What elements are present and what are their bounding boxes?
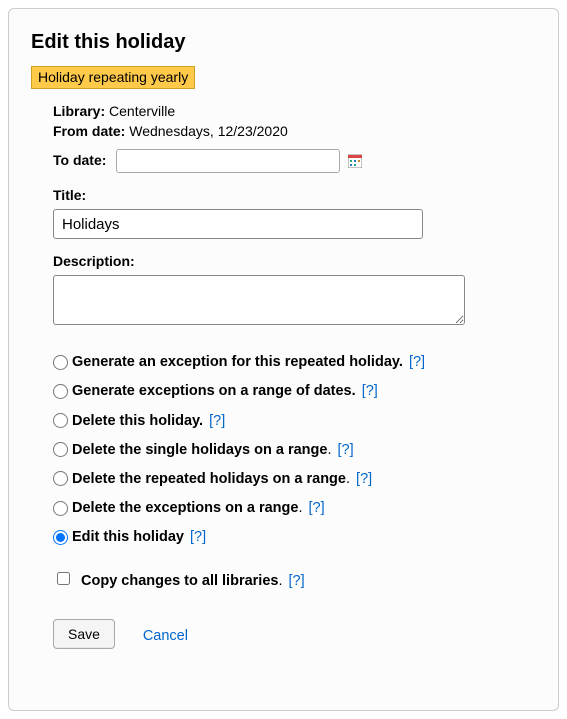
copy-row: Copy changes to all libraries. [?] bbox=[53, 569, 536, 589]
option-label: Delete the exceptions on a range. [?] bbox=[72, 500, 325, 516]
help-link[interactable]: [?] bbox=[409, 354, 425, 370]
option-radio[interactable] bbox=[53, 501, 68, 516]
library-row: Library: Centerville bbox=[53, 103, 536, 119]
to-date-input[interactable] bbox=[116, 149, 340, 173]
option-row: Delete the single holidays on a range. [… bbox=[53, 442, 536, 458]
copy-all-checkbox[interactable] bbox=[57, 572, 70, 585]
option-label: Delete this holiday. [?] bbox=[72, 413, 225, 429]
help-link[interactable]: [?] bbox=[362, 383, 378, 399]
option-label: Generate an exception for this repeated … bbox=[72, 354, 425, 370]
help-link[interactable]: [?] bbox=[190, 529, 206, 545]
option-radio[interactable] bbox=[53, 384, 68, 399]
option-row: Delete this holiday. [?] bbox=[53, 412, 536, 428]
option-radio[interactable] bbox=[53, 413, 68, 428]
from-date-label: From date: bbox=[53, 123, 125, 139]
edit-holiday-panel: Edit this holiday Holiday repeating year… bbox=[8, 8, 559, 711]
description-textarea[interactable] bbox=[53, 275, 465, 325]
option-label: Delete the repeated holidays on a range.… bbox=[72, 471, 372, 487]
to-date-label: To date: bbox=[53, 152, 106, 168]
option-row: Delete the repeated holidays on a range.… bbox=[53, 471, 536, 487]
save-button[interactable]: Save bbox=[53, 619, 115, 649]
help-link[interactable]: [?] bbox=[356, 471, 372, 487]
options-group: Generate an exception for this repeated … bbox=[53, 354, 536, 545]
help-link[interactable]: [?] bbox=[309, 500, 325, 516]
copy-all-label: Copy changes to all libraries. [?] bbox=[81, 573, 305, 589]
option-radio[interactable] bbox=[53, 471, 68, 486]
to-date-row: To date: bbox=[53, 149, 536, 173]
library-value: Centerville bbox=[109, 103, 175, 119]
cancel-link[interactable]: Cancel bbox=[143, 628, 188, 644]
from-date-row: From date: Wednesdays, 12/23/2020 bbox=[53, 123, 536, 139]
option-label: Delete the single holidays on a range. [… bbox=[72, 442, 354, 458]
calendar-icon[interactable] bbox=[348, 154, 362, 168]
option-label: Generate exceptions on a range of dates.… bbox=[72, 383, 378, 399]
repeat-badge: Holiday repeating yearly bbox=[31, 66, 195, 89]
option-row: Edit this holiday [?] bbox=[53, 529, 536, 545]
option-row: Generate an exception for this repeated … bbox=[53, 354, 536, 370]
option-label: Edit this holiday [?] bbox=[72, 529, 206, 545]
title-input[interactable] bbox=[53, 209, 423, 239]
help-link[interactable]: [?] bbox=[289, 573, 305, 589]
description-label: Description: bbox=[53, 253, 536, 269]
help-link[interactable]: [?] bbox=[209, 413, 225, 429]
actions-row: Save Cancel bbox=[53, 619, 536, 649]
help-link[interactable]: [?] bbox=[338, 442, 354, 458]
option-radio[interactable] bbox=[53, 355, 68, 370]
option-radio[interactable] bbox=[53, 442, 68, 457]
title-label: Title: bbox=[53, 187, 536, 203]
page-title: Edit this holiday bbox=[31, 31, 536, 54]
option-row: Generate exceptions on a range of dates.… bbox=[53, 383, 536, 399]
from-date-value: Wednesdays, 12/23/2020 bbox=[129, 123, 288, 139]
option-row: Delete the exceptions on a range. [?] bbox=[53, 500, 536, 516]
library-label: Library: bbox=[53, 103, 105, 119]
option-radio[interactable] bbox=[53, 530, 68, 545]
